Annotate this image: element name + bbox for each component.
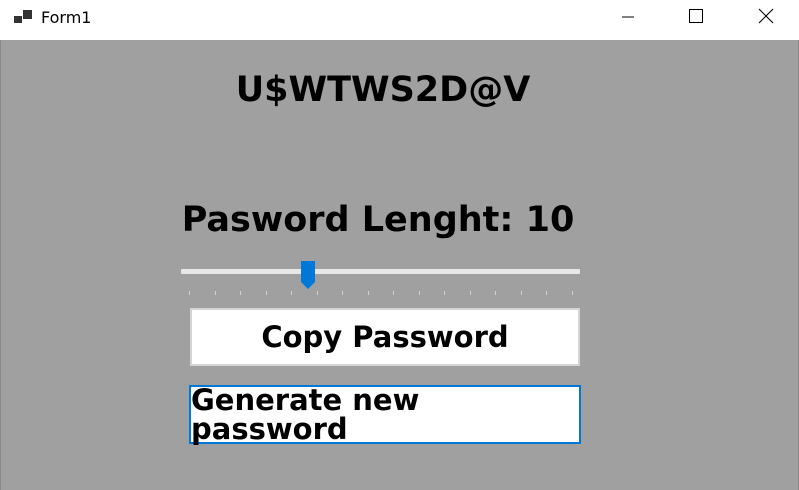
title-bar[interactable]: Form1 (0, 0, 799, 40)
slider-tick (418, 291, 420, 295)
slider-thumb[interactable] (300, 260, 316, 290)
slider-tick (214, 291, 216, 295)
application-window: Form1 U$WTWS2D@V Pasword Lenght: 10 Copy… (0, 0, 799, 490)
password-length-slider[interactable] (181, 256, 580, 296)
slider-tick (572, 291, 573, 295)
password-length-label: Pasword Lenght: 10 (181, 200, 575, 240)
maximize-button[interactable] (673, 0, 719, 36)
minimize-button[interactable] (605, 0, 651, 36)
close-icon (758, 8, 774, 28)
slider-tick (240, 291, 242, 295)
slider-tick (546, 291, 548, 295)
slider-tick (469, 291, 471, 295)
slider-tick (265, 291, 267, 295)
slider-tick (444, 291, 446, 295)
slider-tick (495, 291, 497, 295)
slider-tick (520, 291, 522, 295)
maximize-icon (688, 8, 704, 28)
close-button[interactable] (743, 0, 789, 36)
window-title: Form1 (41, 8, 92, 27)
slider-tick (189, 291, 190, 295)
slider-tick (316, 291, 318, 295)
slider-tick (342, 291, 344, 295)
form-client-area: U$WTWS2D@V Pasword Lenght: 10 Copy Passw… (0, 40, 799, 490)
generate-new-password-button[interactable]: Generate new password (189, 385, 581, 444)
slider-tick (367, 291, 369, 295)
copy-password-button[interactable]: Copy Password (190, 308, 580, 366)
slider-tick (291, 291, 293, 295)
app-icon (14, 9, 34, 27)
slider-tick (393, 291, 395, 295)
generated-password-label: U$WTWS2D@V (235, 70, 531, 110)
slider-track[interactable] (181, 269, 580, 274)
minimize-icon (621, 9, 635, 28)
